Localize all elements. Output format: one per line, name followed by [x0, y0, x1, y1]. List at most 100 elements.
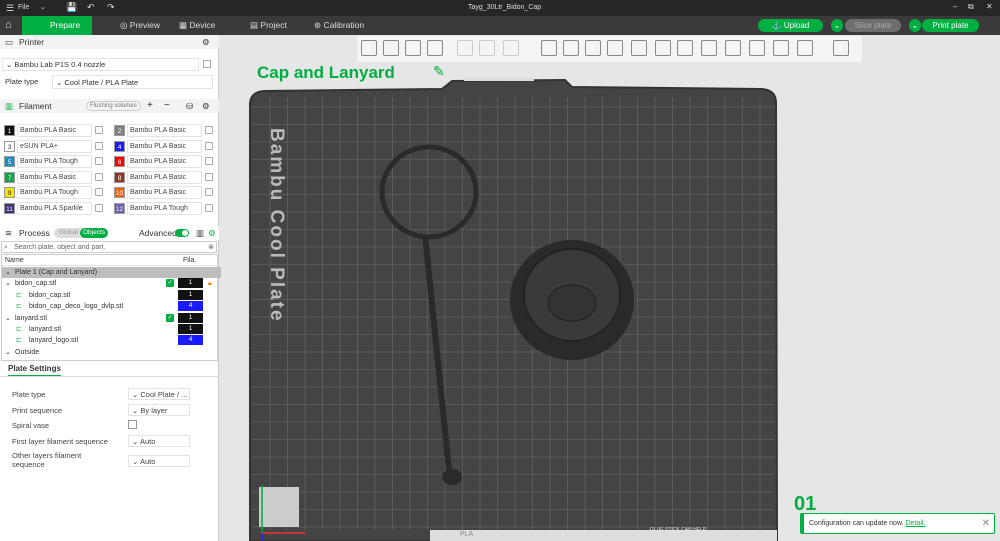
filament-slot[interactable]: 9 Bambu PLA Tough	[0, 186, 105, 200]
slice-dropdown[interactable]: ⌄	[831, 19, 843, 32]
setting-select[interactable]: ⌄ Cool Plate / ...	[128, 388, 190, 400]
chevron-down-icon[interactable]: ⌄	[40, 3, 46, 11]
filament-color-swatch[interactable]: 10	[114, 187, 125, 199]
edit-icon[interactable]	[95, 157, 103, 166]
filament-selector[interactable]: 4	[178, 301, 203, 312]
search-input[interactable]: ⌕ Search plate, object and part. ⊗	[1, 241, 217, 253]
edit-icon[interactable]	[95, 204, 103, 212]
filament-selector[interactable]: 1	[178, 289, 203, 300]
home-icon[interactable]: ⌂	[5, 16, 12, 35]
visible-checkbox[interactable]: ✓	[166, 313, 174, 322]
flushing-volumes-button[interactable]: Flushing volumes	[86, 101, 141, 111]
object-row[interactable]: lanyard.stl ⊏ 1	[2, 324, 221, 335]
filament-color-swatch[interactable]: 6	[114, 156, 125, 168]
edit-icon[interactable]	[205, 204, 213, 212]
boolean-icon[interactable]	[655, 40, 671, 56]
edit-icon[interactable]	[205, 157, 213, 166]
variable-layer-icon[interactable]	[833, 40, 849, 56]
filament-name[interactable]: Bambu PLA Sparkle	[17, 202, 92, 215]
filament-name[interactable]: Bambu PLA Tough	[17, 186, 92, 200]
filament-color-swatch[interactable]: 4	[114, 140, 125, 152]
edit-icon[interactable]	[95, 126, 103, 134]
object-row[interactable]: bidon_cap.stl ⊏ 1	[2, 289, 221, 301]
gear-icon[interactable]: ⚙	[202, 35, 210, 49]
advanced-switch[interactable]	[175, 229, 189, 237]
upload-button[interactable]: ⚓ Upload	[758, 19, 823, 32]
measure-icon[interactable]	[773, 40, 789, 56]
rotate-icon[interactable]	[563, 40, 579, 56]
filament-color-swatch[interactable]: 11	[4, 203, 15, 214]
filament-color-swatch[interactable]: 12	[114, 203, 125, 214]
assembly-icon[interactable]	[797, 40, 813, 56]
restore-icon[interactable]: ⧉	[968, 2, 974, 12]
filament-name[interactable]: Bambu PLA Basic	[127, 155, 202, 169]
filament-color-swatch[interactable]: 7	[4, 171, 15, 183]
sync-filament-icon[interactable]: ⛁	[186, 99, 193, 113]
lay-on-face-icon[interactable]	[607, 40, 623, 56]
filament-color-swatch[interactable]: 1	[4, 125, 15, 136]
object-row[interactable]: bidon_cap.stl ⌄ ✓ 1 🔒︎	[2, 278, 221, 289]
minimize-icon[interactable]: –	[953, 2, 957, 11]
filament-slot[interactable]: 11 Bambu PLA Sparkle	[0, 202, 105, 215]
auto-orient-icon[interactable]	[405, 40, 421, 56]
filament-name[interactable]: Bambu PLA Basic	[17, 124, 92, 137]
arrange-icon[interactable]	[427, 40, 443, 56]
filament-color-swatch[interactable]: 9	[4, 187, 15, 199]
layers-icon[interactable]	[503, 40, 519, 56]
filament-name[interactable]: Bambu PLA Tough	[127, 202, 202, 215]
seam-paint-icon[interactable]	[701, 40, 717, 56]
add-object-icon[interactable]	[361, 40, 377, 56]
printer-preset-select[interactable]: ⌄ Bambu Lab P1S 0.4 nozzle	[2, 58, 199, 71]
add-filament-icon[interactable]: +	[147, 99, 153, 113]
edit-icon[interactable]	[203, 60, 211, 68]
filament-name[interactable]: Bambu PLA Tough	[17, 155, 92, 169]
print-plate-button[interactable]: Print plate	[922, 19, 979, 32]
filament-slot[interactable]: 6 Bambu PLA Basic	[110, 155, 215, 169]
edit-icon[interactable]	[205, 126, 213, 134]
objects-toggle[interactable]: Objects	[80, 228, 109, 238]
layout-icon[interactable]: ▥	[196, 226, 204, 240]
object-row[interactable]: lanyard.stl ⌄ ✓ 1	[2, 312, 221, 324]
object-row[interactable]: bidon_cap_deco_logo_dvlp.stl ⊏ 4	[2, 301, 221, 312]
detail-link[interactable]: Detail.	[906, 520, 926, 527]
cut-icon[interactable]	[631, 40, 647, 56]
add-plate-icon[interactable]	[383, 40, 399, 56]
filament-slot[interactable]: 12 Bambu PLA Tough	[110, 202, 215, 215]
filament-color-swatch[interactable]: 5	[4, 156, 15, 168]
filament-color-swatch[interactable]: 8	[114, 171, 125, 183]
close-notification-icon[interactable]: ✕	[982, 514, 990, 533]
3d-viewport[interactable]: Cap and Lanyard ✎ Bambu Cool Plate PLA G…	[220, 35, 1000, 541]
filament-name[interactable]: Bambu PLA Basic	[127, 124, 202, 137]
filament-slot[interactable]: 8 Bambu PLA Basic	[110, 170, 215, 184]
filament-color-swatch[interactable]: 3	[4, 140, 15, 152]
slice-plate-button[interactable]: Slice plate	[845, 19, 901, 32]
tab-calibration[interactable]: ⊛ Calibration	[314, 16, 364, 35]
setting-select[interactable]: ⌄ By layer	[128, 404, 190, 416]
filament-slot[interactable]: 10 Bambu PLA Basic	[110, 186, 215, 200]
tab-device[interactable]: ▦ Device	[179, 16, 215, 35]
edit-icon[interactable]	[205, 141, 213, 150]
color-paint-icon[interactable]	[749, 40, 765, 56]
edit-icon[interactable]	[95, 172, 103, 181]
tab-project[interactable]: ▤ Project	[250, 16, 287, 35]
undo-icon[interactable]: ↶	[87, 2, 95, 13]
clear-icon[interactable]: ⊗	[208, 242, 214, 253]
filament-selector[interactable]: 1	[178, 312, 203, 323]
spiral-vase-checkbox[interactable]	[128, 420, 137, 429]
filament-selector[interactable]: 1	[178, 324, 203, 334]
print-dropdown[interactable]: ⌄	[909, 19, 921, 32]
expand-chevron-icon[interactable]: ⌄	[5, 267, 11, 278]
edit-plate-name-icon[interactable]: ✎	[433, 63, 445, 80]
filament-name[interactable]: Bambu PLA Basic	[17, 170, 92, 184]
expand-chevron-icon[interactable]: ⌄	[5, 347, 11, 358]
split-objects-icon[interactable]	[457, 40, 473, 56]
visible-checkbox[interactable]: ✓	[166, 279, 174, 288]
edit-icon[interactable]	[205, 172, 213, 181]
tab-prepare[interactable]: Prepare	[22, 16, 92, 35]
scale-icon[interactable]	[585, 40, 601, 56]
filament-selector[interactable]: 4	[178, 335, 203, 346]
setting-select[interactable]: ⌄ Auto	[128, 455, 190, 467]
filament-selector[interactable]: 1	[178, 278, 203, 289]
object-row[interactable]: Outside ⌄	[2, 347, 221, 358]
edit-icon[interactable]	[95, 188, 103, 197]
